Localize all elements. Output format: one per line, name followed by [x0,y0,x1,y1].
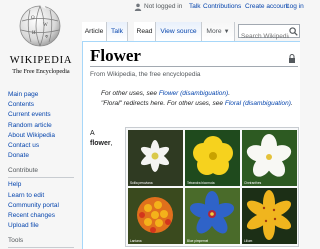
search-box [238,24,300,43]
gallery-image[interactable]: Lilium [242,188,297,244]
gallery-image[interactable]: Blue pimpernel [185,188,240,244]
yellow-flower-photo [185,130,240,186]
svg-text:W: W [43,23,48,28]
hatnote-text: For other uses, see [101,90,159,97]
tab-read[interactable]: Read [134,22,156,41]
white-flower-photo [128,130,183,186]
sidebar-navigation: Main page Contents Current events Random… [8,90,82,161]
site-subtitle: From Wikipedia, the free encyclopedia [90,71,201,78]
user-icon [134,3,142,11]
gallery-image[interactable]: Cheiranthes [242,130,297,186]
hatnote-period: . [290,99,293,107]
gallery-caption: Tetrandra bicornuta [187,181,215,185]
sidebar-item-about-wikipedia[interactable]: About Wikipedia [8,131,82,141]
talk-link[interactable]: Talk [189,3,201,10]
sidebar-item-learn-to-edit[interactable]: Learn to edit [8,191,82,201]
gallery-caption: Lilium [244,239,253,243]
puzzle-globe-icon: Ω W И ক [19,4,61,47]
sidebar-item-community-portal[interactable]: Community portal [8,201,82,211]
tab-more[interactable]: More ▼ [202,22,235,41]
white-flower-photo [242,130,297,186]
tab-article[interactable]: Article [82,22,107,41]
lead-text: A [90,130,95,137]
gallery-caption: Lantana [130,239,142,243]
create-account-link[interactable]: Create account [245,3,289,10]
hatnote: "Floral" redirects here. For other uses,… [101,99,299,109]
hatnote-text: "Floral" redirects here. For other uses,… [101,99,225,107]
sidebar-contribute: Help Learn to edit Community portal Rece… [8,180,82,231]
hatnotes: For other uses, see Flower (disambiguati… [101,89,299,108]
page-title: Flower [90,46,141,65]
svg-text:И: И [32,31,36,36]
lily-flower-photo [242,188,297,244]
sidebar-item-contact-us[interactable]: Contact us [8,141,82,151]
hatnote: For other uses, see Flower (disambiguati… [101,89,299,99]
tools-heading[interactable]: Tools [8,236,74,249]
search-icon[interactable] [289,27,298,36]
wikipedia-wordmark: WIKIPEDIA [9,55,73,66]
personal-tools: Not logged in Talk Contributions Create … [134,3,304,13]
gallery-image[interactable]: Scilla peruviana [128,130,183,186]
gallery-caption: Blue pimpernel [187,239,209,243]
sidebar: Main page Contents Current events Random… [8,90,82,249]
login-link[interactable]: Log in [286,3,304,10]
lead-comma: , [110,140,113,147]
title-divider [90,66,298,67]
gallery-image[interactable]: Tetrandra bicornuta [185,130,240,186]
gallery-caption: Scilla peruviana [130,181,153,185]
sidebar-item-random-article[interactable]: Random article [8,121,82,131]
flower-gallery: Scilla peruviana Tetrandra bicornuta Che… [125,127,299,247]
wikipedia-tagline: The Free Encyclopedia [12,68,70,75]
article-content: Flower From Wikipedia, the free encyclop… [82,41,300,249]
hatnote-period: . [228,90,230,97]
page-tabs: Article Talk Read View source More ▼ [82,22,300,43]
lead-bold-term: flower [90,140,111,147]
gallery-caption: Cheiranthes [244,181,262,185]
lantana-flower-photo [128,188,183,244]
tab-view-source[interactable]: View source [156,22,202,41]
sidebar-item-current-events[interactable]: Current events [8,110,82,120]
sidebar-item-recent-changes[interactable]: Recent changes [8,211,82,221]
tab-talk[interactable]: Talk [107,22,128,41]
blue-flower-photo [185,188,240,244]
more-label: More [206,28,222,35]
sidebar-item-main-page[interactable]: Main page [8,90,82,100]
chevron-down-icon: ▼ [223,29,230,35]
lock-icon[interactable] [288,54,296,63]
svg-text:Ω: Ω [31,16,35,21]
gallery-image[interactable]: Lantana [128,188,183,244]
flower-disambiguation-link[interactable]: Flower (disambiguation) [159,90,228,97]
contribute-heading: Contribute [8,166,74,179]
not-logged-in-text: Not logged in [144,3,183,10]
lead-paragraph: A flower, [90,129,113,149]
sidebar-item-contents[interactable]: Contents [8,100,82,110]
sidebar-item-donate[interactable]: Donate [8,151,82,161]
floral-disambiguation-link[interactable]: Floral (disambiguation) [225,100,291,107]
sidebar-item-upload-file[interactable]: Upload file [8,221,82,231]
sidebar-item-help[interactable]: Help [8,180,82,190]
contributions-link[interactable]: Contributions [203,3,241,10]
wikipedia-logo[interactable]: Ω W И ক WIKIPEDIA The Free Encyclopedia [0,0,82,84]
